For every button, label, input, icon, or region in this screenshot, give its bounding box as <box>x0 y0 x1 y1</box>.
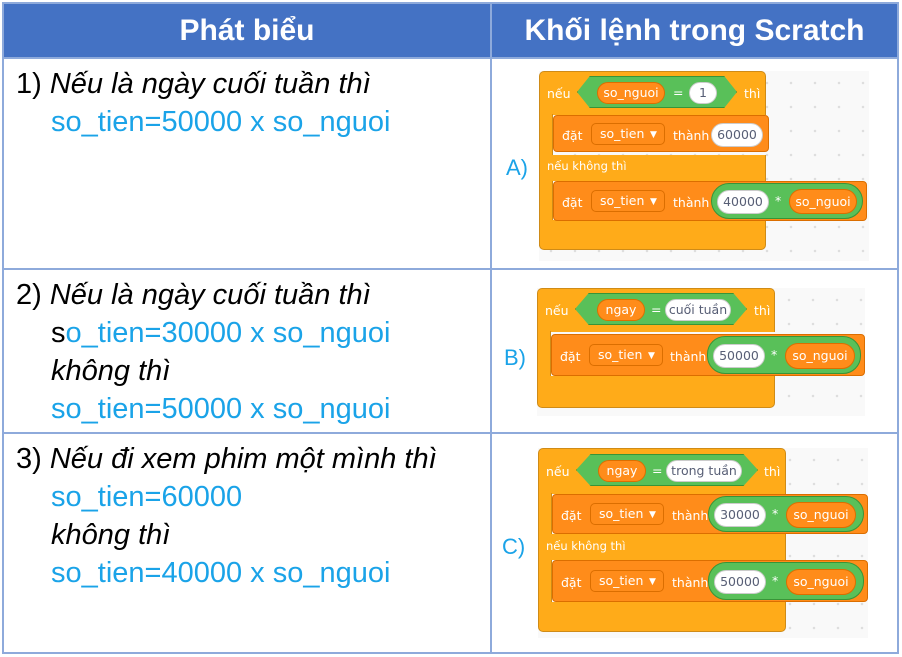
scratch-stage: nếu ngay = cuối tuần thì đặt so_tien ▼ th… <box>537 288 865 416</box>
set-keyword: đặt <box>561 575 582 590</box>
else-text: không thì <box>51 355 171 387</box>
condition-text: Nếu đi xem phim một mình thì <box>49 443 437 475</box>
comparison-table: Phát biểu Khối lệnh trong Scratch 1) Nếu… <box>2 2 899 654</box>
to-keyword: thành <box>673 195 710 210</box>
else-keyword: nếu không thì <box>546 539 626 553</box>
option-label: B) <box>504 345 526 370</box>
if-else-foot <box>539 220 766 250</box>
then-keyword: thì <box>764 464 781 479</box>
if-keyword: nếu <box>545 303 569 318</box>
to-keyword: thành <box>672 508 709 523</box>
value-input[interactable]: 60000 <box>711 123 763 147</box>
value-input[interactable]: trong tuần <box>666 460 742 482</box>
variable-reporter[interactable]: so_nguoi <box>786 569 856 595</box>
scratch-stage: nếu so_nguoi = 1 thì đặt so_tien ▼ thành … <box>539 71 869 261</box>
variable-dropdown[interactable]: so_tien ▼ <box>589 344 663 366</box>
value-input[interactable]: 50000 <box>714 570 766 594</box>
variable-reporter[interactable]: so_nguoi <box>786 502 856 528</box>
value-input[interactable]: 50000 <box>713 344 765 368</box>
variable-reporter[interactable]: so_nguoi <box>789 189 857 214</box>
dropdown-label: so_tien <box>598 347 643 362</box>
caret-down-icon: ▼ <box>648 351 655 361</box>
dropdown-label: so_tien <box>599 573 644 588</box>
else-value-text: so_tien=50000 x so_nguoi <box>51 393 391 425</box>
if-keyword: nếu <box>547 86 571 101</box>
set-keyword: đặt <box>561 508 582 523</box>
multiply-sign: * <box>772 573 779 588</box>
header-scratch-blocks: Khối lệnh trong Scratch <box>490 2 899 59</box>
variable-reporter[interactable]: so_nguoi <box>597 82 665 104</box>
variable-reporter[interactable]: so_nguoi <box>785 343 855 369</box>
then-text: so_tien=60000 <box>51 481 243 513</box>
to-keyword: thành <box>670 349 707 364</box>
equals-operator: = <box>673 85 684 100</box>
scratch-cell: B) nếu ngay = cuối tuần thì đặt so_tien ▼… <box>490 268 899 434</box>
row-number: 2) <box>16 279 42 311</box>
condition-text: Nếu là ngày cuối tuần thì <box>49 68 371 100</box>
value-input[interactable]: 30000 <box>714 503 766 527</box>
then-text-first-letter: s <box>51 317 66 349</box>
caret-down-icon: ▼ <box>649 577 656 587</box>
caret-down-icon: ▼ <box>649 510 656 520</box>
set-keyword: đặt <box>562 195 583 210</box>
equals-operator: = <box>652 463 663 478</box>
set-keyword: đặt <box>560 349 581 364</box>
caret-down-icon: ▼ <box>650 197 657 207</box>
row-number: 3) <box>16 443 42 475</box>
variable-reporter[interactable]: ngay <box>598 460 646 482</box>
if-else-foot <box>538 602 786 632</box>
scratch-cell: C) nếu ngay = trong tuần thì đặt so_tien… <box>490 432 899 654</box>
multiply-sign: * <box>772 506 779 521</box>
else-text: không thì <box>51 519 171 551</box>
statement-cell: 2) Nếu là ngày cuối tuần thì so_tien=300… <box>2 268 492 434</box>
variable-dropdown[interactable]: so_tien ▼ <box>590 570 664 592</box>
variable-dropdown[interactable]: so_tien ▼ <box>591 190 665 212</box>
statement-cell: 1) Nếu là ngày cuối tuần thì so_tien=500… <box>2 57 492 270</box>
value-input[interactable]: cuối tuần <box>665 299 731 321</box>
multiply-sign: * <box>771 347 778 362</box>
set-keyword: đặt <box>562 128 583 143</box>
then-keyword: thì <box>754 303 771 318</box>
header-statement: Phát biểu <box>2 2 492 59</box>
option-label: A) <box>506 155 528 180</box>
then-text: so_tien=50000 x so_nguoi <box>51 106 391 138</box>
if-foot <box>537 376 775 408</box>
else-keyword: nếu không thì <box>547 159 627 173</box>
if-keyword: nếu <box>546 464 570 479</box>
table-row: 1) Nếu là ngày cuối tuần thì so_tien=500… <box>2 57 899 270</box>
scratch-cell: A) nếu so_nguoi = 1 thì đặt so_tien ▼ thà… <box>490 57 899 270</box>
table-row: 2) Nếu là ngày cuối tuần thì so_tien=300… <box>2 268 899 434</box>
scratch-stage: nếu ngay = trong tuần thì đặt so_tien ▼ t… <box>538 448 868 638</box>
variable-dropdown[interactable]: so_tien ▼ <box>591 123 665 145</box>
dropdown-label: so_tien <box>600 126 645 141</box>
value-input[interactable]: 1 <box>689 82 717 104</box>
table-row: 3) Nếu đi xem phim một mình thì so_tien=… <box>2 432 899 654</box>
value-input[interactable]: 40000 <box>717 190 769 214</box>
dropdown-label: so_tien <box>599 506 644 521</box>
caret-down-icon: ▼ <box>650 130 657 140</box>
condition-text: Nếu là ngày cuối tuần thì <box>49 279 371 311</box>
row-number: 1) <box>16 68 42 100</box>
then-keyword: thì <box>744 86 761 101</box>
to-keyword: thành <box>672 575 709 590</box>
dropdown-label: so_tien <box>600 193 645 208</box>
then-text: o_tien=30000 x so_nguoi <box>65 317 391 349</box>
header-row: Phát biểu Khối lệnh trong Scratch <box>2 2 899 59</box>
variable-reporter[interactable]: ngay <box>597 299 645 321</box>
multiply-sign: * <box>775 193 782 208</box>
to-keyword: thành <box>673 128 710 143</box>
option-label: C) <box>502 534 526 559</box>
equals-operator: = <box>651 302 662 317</box>
variable-dropdown[interactable]: so_tien ▼ <box>590 503 664 525</box>
else-value-text: so_tien=40000 x so_nguoi <box>51 557 391 589</box>
statement-cell: 3) Nếu đi xem phim một mình thì so_tien=… <box>2 432 492 654</box>
